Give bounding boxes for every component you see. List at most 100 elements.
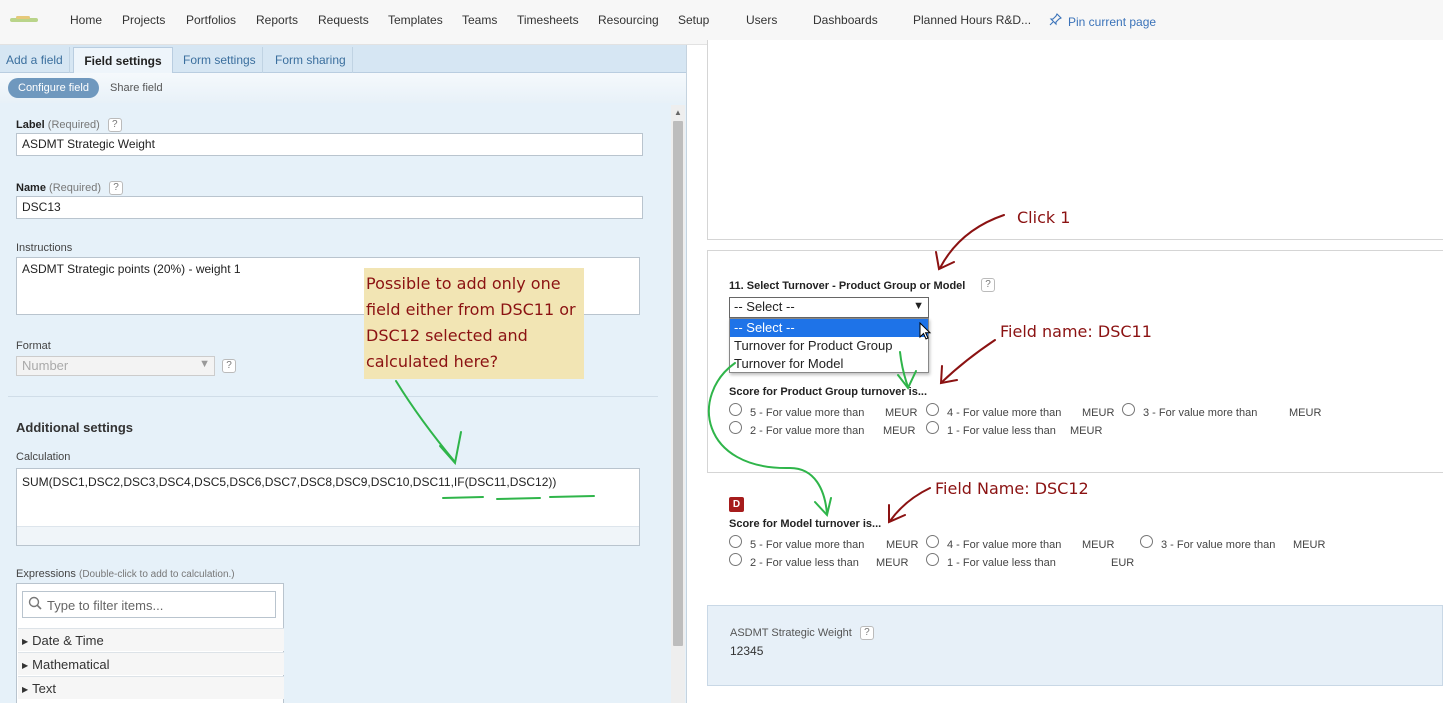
label-field-label: Label (Required)? — [16, 118, 122, 132]
unit-label: MEUR — [1082, 407, 1115, 419]
calculation-footer — [17, 526, 639, 545]
nav-templates[interactable]: Templates — [388, 13, 443, 27]
pin-icon — [1049, 13, 1062, 29]
pg-radio-5[interactable] — [729, 403, 742, 416]
model-option-3-label: 3 - For value more than — [1161, 539, 1276, 551]
pg-score-label: Score for Product Group turnover is... — [729, 386, 928, 398]
chevron-down-icon: ▼ — [199, 358, 210, 370]
preview-card — [707, 40, 1443, 240]
option-select[interactable]: -- Select -- — [730, 319, 928, 337]
unit-label: MEUR — [1289, 407, 1322, 419]
nav-reports[interactable]: Reports — [256, 13, 298, 27]
pg-option-5-label: 5 - For value more than — [750, 407, 865, 419]
tab-form-sharing[interactable]: Form sharing — [269, 47, 353, 73]
mouse-cursor-icon — [919, 322, 932, 340]
search-icon — [28, 596, 42, 610]
help-icon[interactable]: ? — [107, 118, 122, 132]
tab-field-settings[interactable]: Field settings — [73, 47, 173, 73]
unit-label: MEUR — [1082, 539, 1115, 551]
filter-input[interactable] — [47, 596, 267, 614]
logo-icon[interactable] — [10, 15, 38, 25]
pg-radio-4[interactable] — [926, 403, 939, 416]
pin-label: Pin current page — [1068, 15, 1157, 29]
help-icon[interactable]: ? — [859, 626, 874, 640]
unit-label: MEUR — [885, 407, 918, 419]
nav-teams[interactable]: Teams — [462, 13, 497, 27]
tab-add-field[interactable]: Add a field — [0, 47, 70, 73]
pg-radio-2[interactable] — [729, 421, 742, 434]
name-field-label: Name (Required)? — [16, 181, 123, 195]
scrollbar-thumb[interactable] — [673, 121, 683, 646]
tab-form-settings[interactable]: Form settings — [177, 47, 263, 73]
nav-planned-hours[interactable]: Planned Hours R&D... — [913, 13, 1031, 27]
additional-settings-heading: Additional settings — [16, 420, 133, 435]
nav-portfolios[interactable]: Portfolios — [186, 13, 236, 27]
name-input[interactable]: DSC13 — [16, 196, 643, 219]
nav-home[interactable]: Home — [70, 13, 102, 27]
top-navigation: Home Projects Portfolios Reports Request… — [0, 0, 1443, 45]
weight-label: ASDMT Strategic Weight? — [730, 626, 874, 640]
option-product-group[interactable]: Turnover for Product Group — [730, 337, 928, 355]
nav-requests[interactable]: Requests — [318, 13, 369, 27]
weight-preview-card: ASDMT Strategic Weight? 12345 — [707, 605, 1443, 686]
model-score-label: Score for Model turnover is... — [729, 518, 882, 530]
weight-value: 12345 — [730, 644, 764, 658]
q11-label: 11. Select Turnover - Product Group or M… — [729, 280, 966, 292]
unit-label: MEUR — [883, 425, 916, 437]
model-option-5-label: 5 - For value more than — [750, 539, 865, 551]
scroll-up-icon[interactable]: ▲ — [674, 108, 682, 117]
annotation-click1: Click 1 — [1017, 208, 1071, 227]
caret-right-icon: ▶ — [22, 637, 29, 647]
model-option-1-label: 1 - For value less than — [947, 557, 1056, 569]
configure-field-button[interactable]: Configure field — [8, 78, 99, 98]
help-icon[interactable]: ? — [981, 278, 995, 292]
annotation-note: Possible to add only one field either fr… — [364, 268, 584, 379]
pg-option-2-label: 2 - For value more than — [750, 425, 865, 437]
calculation-label: Calculation — [16, 451, 71, 463]
share-field-link[interactable]: Share field — [110, 82, 163, 94]
model-option-4-label: 4 - For value more than — [947, 539, 1062, 551]
nav-timesheets[interactable]: Timesheets — [517, 13, 579, 27]
turnover-dropdown-menu: -- Select -- Turnover for Product Group … — [729, 318, 929, 373]
model-radio-4[interactable] — [926, 535, 939, 548]
editor-tabs: Add a field Field settings Form settings… — [0, 45, 686, 73]
scrollbar[interactable]: ▲ — [671, 105, 685, 703]
filter-search-box[interactable] — [22, 591, 276, 618]
turnover-select[interactable]: -- Select -- ▼ — [729, 297, 929, 318]
pin-current-page-link[interactable]: Pin current page — [1049, 13, 1156, 29]
calculation-textarea[interactable]: SUM(DSC1,DSC2,DSC3,DSC4,DSC5,DSC6,DSC7,D… — [16, 468, 640, 546]
unit-label: MEUR — [886, 539, 919, 551]
calculation-text: SUM(DSC1,DSC2,DSC3,DSC4,DSC5,DSC6,DSC7,D… — [22, 475, 557, 489]
help-icon[interactable]: ? — [222, 359, 236, 373]
model-radio-3[interactable] — [1140, 535, 1153, 548]
nav-dashboards[interactable]: Dashboards — [813, 13, 878, 27]
model-radio-2[interactable] — [729, 553, 742, 566]
pg-option-4-label: 4 - For value more than — [947, 407, 1062, 419]
expression-category-mathematical[interactable]: ▶ Mathematical — [18, 652, 284, 675]
nav-setup[interactable]: Setup — [678, 13, 709, 27]
nav-projects[interactable]: Projects — [122, 13, 165, 27]
annotation-dsc11: Field name: DSC11 — [1000, 322, 1152, 341]
pg-option-3-label: 3 - For value more than — [1143, 407, 1258, 419]
expression-category-text[interactable]: ▶ Text — [18, 676, 284, 699]
model-radio-5[interactable] — [729, 535, 742, 548]
label-input[interactable]: ASDMT Strategic Weight — [16, 133, 643, 156]
option-model[interactable]: Turnover for Model — [730, 355, 928, 373]
caret-right-icon: ▶ — [22, 661, 29, 671]
pg-radio-3[interactable] — [1122, 403, 1135, 416]
expressions-label: Expressions (Double-click to add to calc… — [16, 568, 235, 580]
help-icon[interactable]: ? — [109, 181, 123, 195]
annotation-dsc12: Field Name: DSC12 — [935, 479, 1089, 498]
model-radio-1[interactable] — [926, 553, 939, 566]
nav-resourcing[interactable]: Resourcing — [598, 13, 659, 27]
expression-category-date-time[interactable]: ▶ Date & Time — [18, 628, 284, 651]
expressions-panel: ▶Date & Time ▶Mathematical ▶Text — [16, 583, 284, 703]
divider — [8, 396, 658, 397]
format-select[interactable]: Number ▼ — [16, 356, 215, 376]
pg-radio-1[interactable] — [926, 421, 939, 434]
chevron-down-icon: ▼ — [913, 300, 924, 312]
nav-users[interactable]: Users — [746, 13, 777, 27]
unit-label: MEUR — [1293, 539, 1326, 551]
subtab-bar: Configure field Share field — [0, 73, 686, 103]
unit-label: MEUR — [876, 557, 909, 569]
